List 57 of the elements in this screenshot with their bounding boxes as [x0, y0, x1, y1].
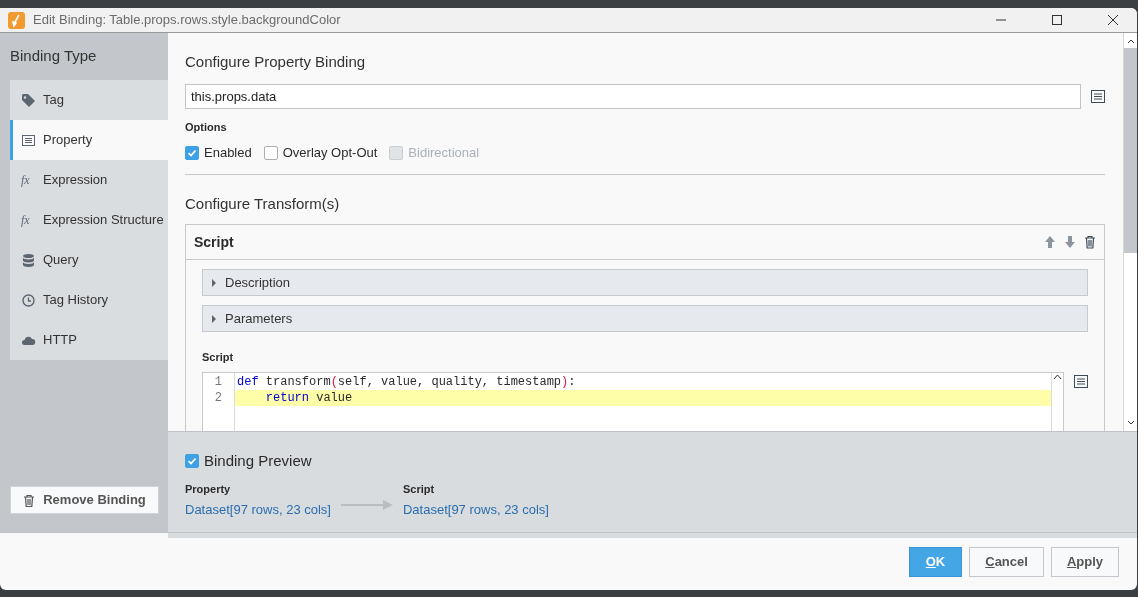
preview-label: Binding Preview	[204, 451, 312, 471]
caret-right-icon	[211, 314, 217, 323]
database-icon	[21, 252, 36, 268]
list-icon	[21, 132, 36, 148]
options-label: Options	[185, 119, 228, 135]
list-icon[interactable]	[1091, 89, 1105, 103]
path-field[interactable]: this.props.data	[185, 83, 1081, 109]
check-icon	[187, 456, 197, 467]
collapsible-section[interactable]: Parameters	[202, 305, 1088, 332]
sidebar-item[interactable]: Property	[10, 120, 168, 160]
arrow-down-icon[interactable]	[1064, 235, 1076, 249]
preview-label: Property	[185, 481, 232, 497]
checkbox-label: Overlay Opt-Out	[282, 144, 378, 162]
script-label: Script	[202, 350, 235, 365]
caret-right-icon	[211, 278, 217, 287]
scroll-up-icon[interactable]	[1053, 372, 1062, 381]
sidebar-item[interactable]: Tag History	[10, 280, 168, 320]
function-icon: fx	[21, 211, 36, 229]
close-icon	[1107, 14, 1119, 26]
maximize-icon	[1051, 14, 1063, 26]
collapsible-section[interactable]: Description	[202, 269, 1088, 296]
sidebar-item[interactable]: Tag	[10, 80, 168, 120]
section-heading: Configure Transform(s)	[185, 193, 341, 214]
arrow-icon	[340, 499, 393, 510]
clock-icon	[21, 292, 36, 308]
checkbox[interactable]	[185, 145, 199, 160]
check-icon	[187, 147, 197, 158]
sidebar-item[interactable]: fx Expression Structure	[10, 200, 168, 240]
line-number: 1	[213, 373, 222, 390]
checkbox[interactable]	[185, 454, 199, 469]
list-icon[interactable]	[1074, 374, 1088, 388]
trash-icon	[23, 493, 36, 507]
dataset-link[interactable]: Dataset[97 rows, 23 cols]	[402, 502, 549, 517]
sidebar-item[interactable]: HTTP	[10, 320, 168, 360]
section-heading: Configure Property Binding	[185, 52, 367, 72]
window-title: Edit Binding: Table.props.rows.style.backgroundColor	[33, 11, 341, 30]
checkbox[interactable]	[263, 145, 278, 160]
panel-title: Script	[194, 232, 235, 252]
line-number: 2	[213, 389, 222, 406]
sidebar-item[interactable]: Query	[10, 240, 168, 280]
code-editor[interactable]: 1 2 def transform(self, value, quality, timestamp): return value	[202, 371, 1064, 431]
checkbox-label: Bidirectional	[408, 144, 480, 162]
remove-binding-button[interactable]: Remove Binding	[10, 486, 159, 514]
tag-icon	[21, 92, 36, 108]
dialog-button[interactable]: Cancel	[969, 546, 1044, 577]
sidebar-item[interactable]: fx Expression	[10, 160, 168, 200]
code-line: def transform(self, value, quality, timestamp):	[236, 373, 577, 390]
dialog-button[interactable]: Apply	[1050, 546, 1119, 577]
app-icon	[8, 11, 25, 29]
dataset-link[interactable]: Dataset[97 rows, 23 cols]	[185, 502, 331, 517]
sidebar-title: Binding Type	[9, 46, 98, 66]
preview-label: Script	[402, 481, 436, 497]
arrow-up-icon[interactable]	[1044, 235, 1056, 249]
function-icon: fx	[21, 171, 36, 189]
checkbox-label: Enabled	[204, 144, 252, 162]
scrollbar[interactable]	[1123, 33, 1137, 431]
trash-icon[interactable]	[1084, 235, 1096, 249]
